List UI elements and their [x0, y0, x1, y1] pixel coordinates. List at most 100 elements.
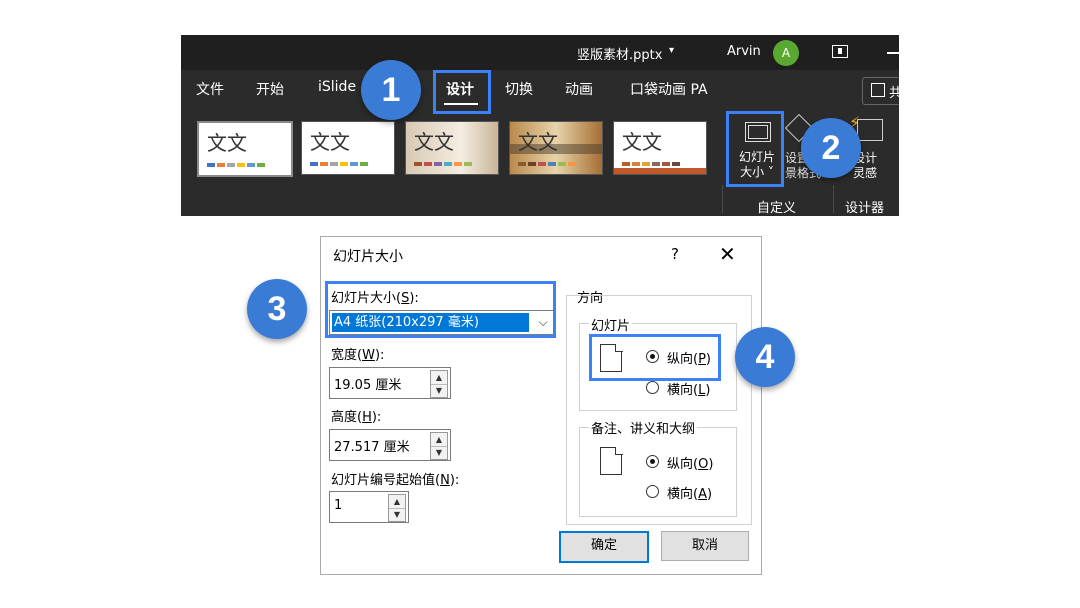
- color-swatch: [247, 163, 255, 167]
- spin-down-icon[interactable]: ▼: [431, 446, 447, 459]
- slides-landscape-label[interactable]: 横向(L): [667, 379, 710, 398]
- theme-thumbnail[interactable]: 文文: [197, 121, 293, 177]
- color-swatch: [632, 162, 640, 166]
- notes-landscape-label[interactable]: 横向(A): [667, 483, 712, 502]
- share-label: 共: [889, 86, 899, 101]
- color-swatch: [538, 162, 546, 166]
- cancel-button[interactable]: 取消: [661, 531, 749, 561]
- height-spinner[interactable]: 27.517 厘米 ▲ ▼: [329, 429, 451, 461]
- step-badge-1: 1: [361, 60, 421, 120]
- design-ideas-label-line2: 灵感: [853, 166, 878, 180]
- spin-down-icon[interactable]: ▼: [389, 508, 405, 521]
- slide-number-spinner[interactable]: 1 ▲ ▼: [329, 491, 409, 523]
- width-label: 宽度(W):: [331, 348, 385, 363]
- spin-up-icon[interactable]: ▲: [389, 495, 405, 509]
- color-swatch: [340, 162, 348, 166]
- slides-landscape-radio[interactable]: [646, 381, 659, 394]
- color-swatch: [434, 162, 442, 166]
- slide-size-label: 幻灯片 大小 ˅: [737, 150, 777, 180]
- width-value[interactable]: 19.05 厘米: [334, 374, 401, 393]
- theme-decoration: [614, 168, 706, 174]
- color-swatch: [528, 162, 536, 166]
- theme-preview-text: 文文: [622, 130, 662, 154]
- theme-color-swatches: [310, 162, 374, 166]
- divider: [833, 185, 834, 213]
- slide-size-icon: [745, 122, 771, 142]
- close-icon[interactable]: ✕: [719, 242, 736, 266]
- designer-icon[interactable]: [857, 119, 883, 141]
- height-value[interactable]: 27.517 厘米: [334, 436, 410, 455]
- notes-landscape-radio[interactable]: [646, 485, 659, 498]
- theme-thumbnail[interactable]: 文文: [613, 121, 707, 175]
- powerpoint-ribbon: 竖版素材.pptx ▾ Arvin A 文件 开始 iSlide 设计 切换 动…: [181, 35, 899, 216]
- group-label-designer: 设计器: [845, 201, 885, 216]
- theme-color-swatches: [518, 162, 582, 166]
- color-swatch: [257, 163, 265, 167]
- tab-islide[interactable]: iSlide: [318, 79, 356, 95]
- color-swatch: [662, 162, 670, 166]
- highlight-box: [325, 281, 556, 338]
- help-button[interactable]: ?: [671, 245, 679, 263]
- chevron-down-icon[interactable]: ▾: [669, 45, 674, 56]
- theme-color-swatches: [414, 162, 478, 166]
- color-swatch: [464, 162, 472, 166]
- color-swatch: [330, 162, 338, 166]
- spin-up-icon[interactable]: ▲: [431, 433, 447, 447]
- step-badge-4: 4: [735, 327, 795, 387]
- theme-thumbnail[interactable]: 文文: [509, 121, 603, 175]
- theme-thumbnail[interactable]: 文文: [301, 121, 395, 175]
- ok-button[interactable]: 确定: [559, 531, 649, 563]
- color-swatch: [548, 162, 556, 166]
- dialog-title: 幻灯片大小: [333, 249, 403, 265]
- color-swatch: [444, 162, 452, 166]
- width-spinner[interactable]: 19.05 厘米 ▲ ▼: [329, 367, 451, 399]
- color-swatch: [652, 162, 660, 166]
- user-name[interactable]: Arvin: [727, 44, 761, 59]
- ribbon-tab-bar: 文件 开始 iSlide 设计 切换 动画 口袋动画 PA: [181, 70, 899, 110]
- slide-number-value[interactable]: 1: [334, 498, 342, 513]
- tab-pocket-animation[interactable]: 口袋动画 PA: [630, 79, 708, 99]
- title-bar: 竖版素材.pptx ▾ Arvin A: [181, 35, 899, 70]
- color-swatch: [622, 162, 630, 166]
- theme-preview-text: 文文: [310, 130, 350, 154]
- tab-file[interactable]: 文件: [196, 79, 224, 99]
- spinner-buttons: ▲ ▼: [430, 432, 448, 460]
- minimize-icon[interactable]: [887, 52, 899, 54]
- tab-home[interactable]: 开始: [256, 79, 284, 99]
- step-badge-2: 2: [801, 118, 861, 178]
- share-button[interactable]: 共: [862, 77, 899, 105]
- theme-color-swatches: [207, 163, 271, 167]
- avatar[interactable]: A: [773, 40, 799, 66]
- color-swatch: [414, 162, 422, 166]
- slide-size-label-line2: 大小 ˅: [740, 165, 774, 179]
- spinner-buttons: ▲ ▼: [430, 370, 448, 398]
- theme-color-swatches: [622, 162, 686, 166]
- portrait-page-icon: [600, 446, 623, 475]
- color-swatch: [518, 162, 526, 166]
- slide-size-label-line1: 幻灯片: [738, 150, 775, 164]
- color-swatch: [207, 163, 215, 167]
- tab-animations[interactable]: 动画: [565, 79, 593, 99]
- notes-portrait-radio[interactable]: [646, 455, 659, 468]
- slide-size-button[interactable]: 幻灯片 大小 ˅: [726, 111, 784, 187]
- tab-transitions[interactable]: 切换: [505, 79, 533, 99]
- slide-number-label: 幻灯片编号起始值(N):: [331, 473, 460, 488]
- color-swatch: [237, 163, 245, 167]
- spin-down-icon[interactable]: ▼: [431, 384, 447, 397]
- ribbon-display-options-icon[interactable]: [832, 45, 848, 58]
- color-swatch: [310, 162, 318, 166]
- highlight-box: [433, 70, 491, 114]
- color-swatch: [217, 163, 225, 167]
- notes-portrait-label[interactable]: 纵向(O): [667, 453, 713, 472]
- theme-thumbnail[interactable]: 文文: [405, 121, 499, 175]
- spin-up-icon[interactable]: ▲: [431, 371, 447, 385]
- slides-orientation-label: 幻灯片: [589, 315, 633, 334]
- theme-preview-text: 文文: [414, 130, 454, 154]
- share-icon: [871, 83, 885, 97]
- group-label-customize: 自定义: [757, 201, 797, 216]
- document-filename[interactable]: 竖版素材.pptx: [577, 44, 662, 63]
- color-swatch: [558, 162, 566, 166]
- color-swatch: [454, 162, 462, 166]
- color-swatch: [672, 162, 680, 166]
- color-swatch: [227, 163, 235, 167]
